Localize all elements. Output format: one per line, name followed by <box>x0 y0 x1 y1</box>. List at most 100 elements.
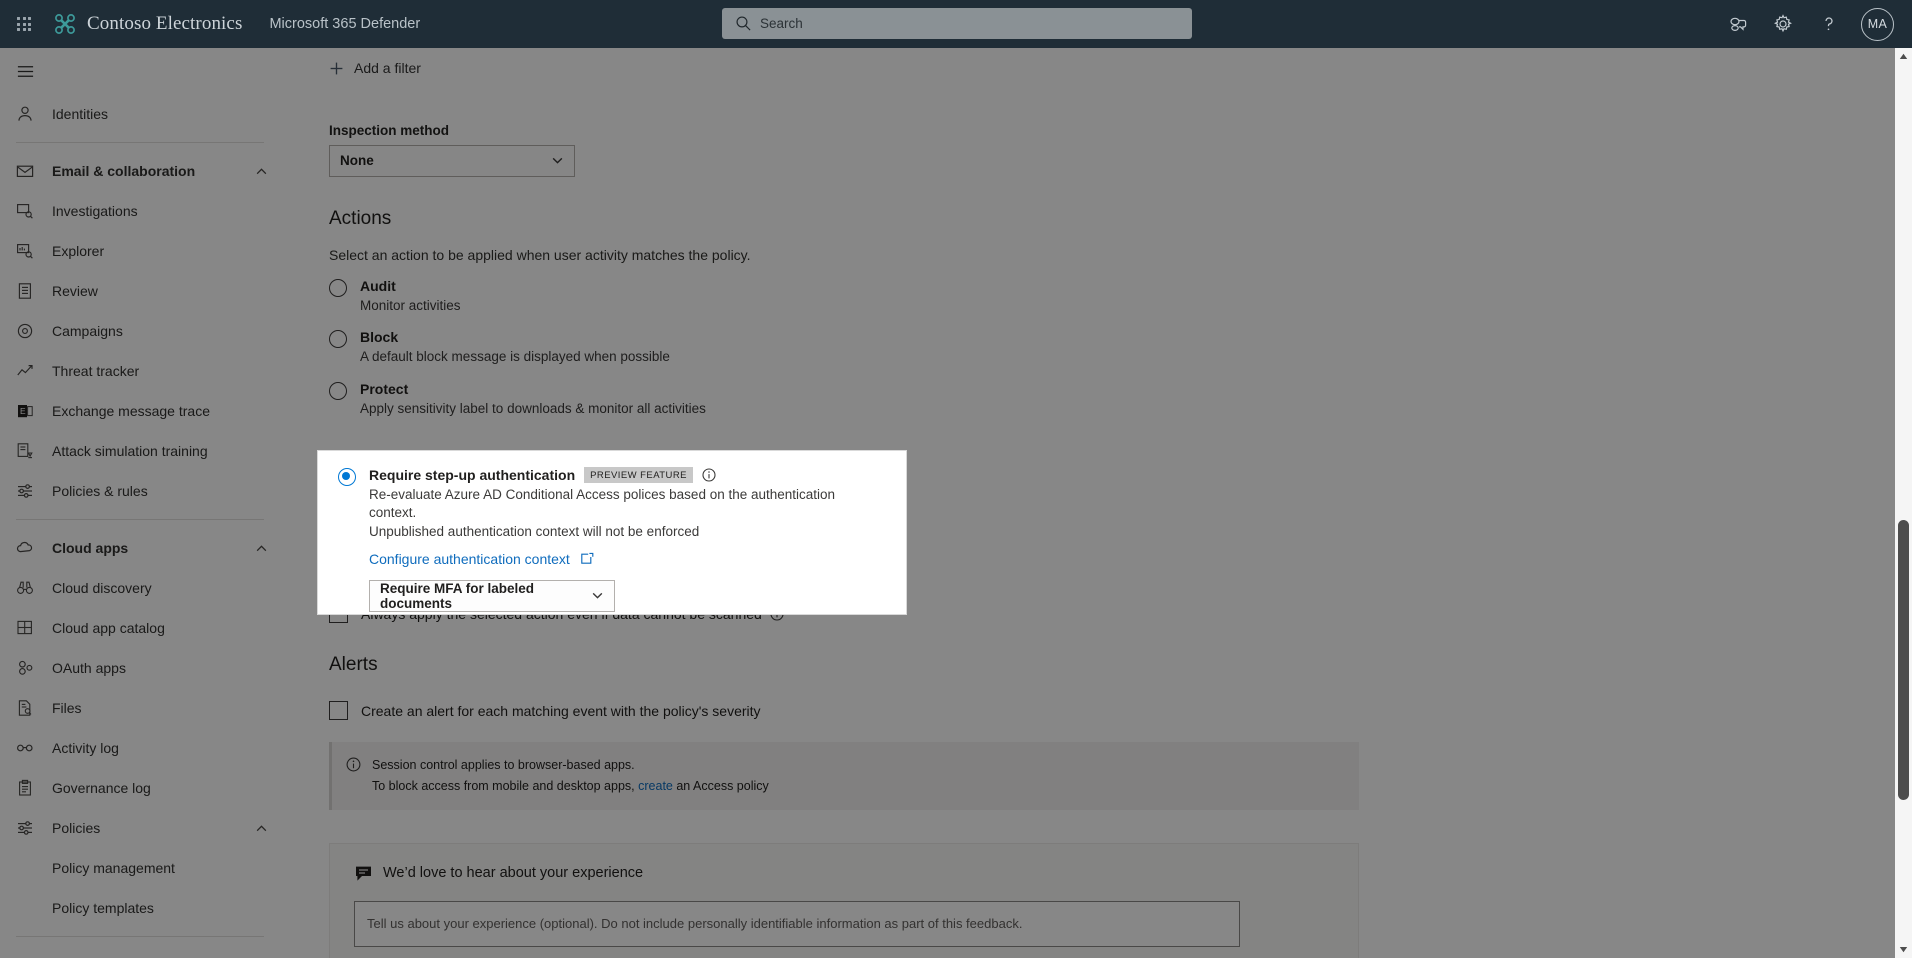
radio-protect[interactable] <box>329 382 347 401</box>
search-input[interactable] <box>722 8 1192 39</box>
authentication-context-dropdown[interactable]: Require MFA for labeled documents <box>369 579 615 612</box>
sidebar-separator <box>16 936 264 937</box>
gear-icon[interactable] <box>1761 2 1805 46</box>
sidebar-item-label: Attack simulation training <box>52 443 208 459</box>
sidebar-item-label: Explorer <box>52 243 105 259</box>
action-option-block[interactable]: Block A default block message is display… <box>329 329 1912 366</box>
sidebar-item-oauth-apps[interactable]: OAuth apps <box>0 648 282 688</box>
sidebar-item-label: Cloud apps <box>52 540 129 556</box>
sidebar-item-label: Files <box>52 700 82 716</box>
sidebar-item-label: Policies <box>52 820 101 836</box>
session-control-banner: Session control applies to browser-based… <box>329 742 1359 810</box>
step-up-auth-label: Require step-up authentication <box>369 467 576 483</box>
configure-auth-context-label: Configure authentication context <box>369 550 570 567</box>
org-name: Contoso Electronics <box>87 13 243 34</box>
feedback-input[interactable] <box>354 900 1240 947</box>
plus-icon <box>330 62 343 74</box>
header-actions: MA <box>1715 0 1894 48</box>
radio-block-sublabel: A default block message is displayed whe… <box>360 349 670 365</box>
sidebar-item-explorer[interactable]: Explorer <box>0 231 282 271</box>
sidebar-item-cloud-app-catalog[interactable]: Cloud app catalog <box>0 608 282 648</box>
create-access-policy-link[interactable]: create <box>638 776 673 796</box>
radio-block-label: Block <box>360 329 399 346</box>
sidebar-item-reports[interactable]: Reports <box>0 945 282 958</box>
action-option-step-up-auth[interactable]: Require step-up authentication PREVIEW F… <box>338 467 886 612</box>
explorer-icon <box>16 241 38 261</box>
chevron-down-icon <box>592 593 603 600</box>
binoculars-icon <box>16 578 38 598</box>
sidebar-item-exchange-message-trace[interactable]: E Exchange message trace <box>0 391 282 431</box>
sidebar-item-review[interactable]: Review <box>0 271 282 311</box>
sidebar-group-policies[interactable]: Policies <box>0 808 282 848</box>
sidebar-item-label: Policy templates <box>52 900 154 916</box>
add-filter-button[interactable]: Add a filter <box>329 60 421 76</box>
oauth-icon <box>16 658 38 678</box>
sidebar-group-email-collaboration[interactable]: Email & collaboration <box>0 151 282 191</box>
vertical-scrollbar[interactable] <box>1895 48 1912 958</box>
radio-audit-sublabel: Monitor activities <box>360 297 461 313</box>
create-alert-checkbox[interactable] <box>329 701 348 721</box>
campaigns-icon <box>16 321 38 341</box>
chevron-up-icon[interactable] <box>255 822 268 835</box>
actions-description: Select an action to be applied when user… <box>329 246 751 263</box>
sidebar-item-campaigns[interactable]: Campaigns <box>0 311 282 351</box>
sidebar-item-label: Identities <box>52 106 109 122</box>
sidebar-item-activity-log[interactable]: Activity log <box>0 728 282 768</box>
sidebar-item-governance-log[interactable]: Governance log <box>0 768 282 808</box>
chevron-up-icon[interactable] <box>255 165 268 178</box>
scroll-thumb[interactable] <box>1898 520 1909 800</box>
sidebar-item-threat-tracker[interactable]: Threat tracker <box>0 351 282 391</box>
sidebar-item-policies-rules[interactable]: Policies & rules <box>0 471 282 511</box>
radio-block[interactable] <box>329 330 347 349</box>
scroll-up-arrow[interactable] <box>1895 48 1912 65</box>
clipboard-icon <box>16 778 38 798</box>
authentication-context-value: Require MFA for labeled documents <box>380 580 535 611</box>
brand[interactable]: Contoso Electronics <box>52 11 242 37</box>
catalog-icon <box>16 618 38 638</box>
sidebar-item-policy-management[interactable]: Policy management <box>0 848 282 888</box>
sidebar-separator <box>16 142 264 143</box>
feedback-bubble-icon <box>356 866 371 881</box>
sidebar-item-label: Cloud app catalog <box>52 620 165 636</box>
avatar[interactable]: MA <box>1861 7 1894 41</box>
radio-audit[interactable] <box>329 278 347 297</box>
configure-authentication-context-link[interactable]: Configure authentication context <box>369 551 886 567</box>
action-option-protect[interactable]: Protect Apply sensitivity label to downl… <box>329 381 1912 418</box>
chevron-up-icon[interactable] <box>255 542 268 555</box>
sidebar-item-attack-simulation-training[interactable]: Attack simulation training <box>0 431 282 471</box>
radio-require-step-up-authentication[interactable] <box>338 468 356 486</box>
sidebar-item-label: Governance log <box>52 780 151 796</box>
sidebar-item-label: Email & collaboration <box>52 163 196 179</box>
info-icon[interactable] <box>702 468 716 482</box>
attack-sim-icon <box>16 441 38 461</box>
sidebar-item-label: Policy management <box>52 860 175 876</box>
sidebar: Identities Email & collaboration Investi… <box>0 48 282 958</box>
help-icon[interactable] <box>1807 2 1851 46</box>
create-alert-row[interactable]: Create an alert for each matching event … <box>329 701 1912 721</box>
session-banner-line2-prefix: To block access from mobile and desktop … <box>372 778 635 793</box>
svg-text:E: E <box>20 406 26 416</box>
suite-name: Microsoft 365 Defender <box>269 16 421 32</box>
sidebar-item-cloud-discovery[interactable]: Cloud discovery <box>0 568 282 608</box>
feedback-icon[interactable] <box>1715 2 1759 46</box>
sidebar-item-investigations[interactable]: Investigations <box>0 191 282 231</box>
sidebar-item-policy-templates[interactable]: Policy templates <box>0 888 282 928</box>
step-up-auth-description-2: Unpublished authentication context will … <box>369 523 700 539</box>
session-banner-line2-suffix: an Access policy <box>676 778 769 793</box>
sliders-icon <box>16 481 38 501</box>
inspection-method-label: Inspection method <box>329 122 450 138</box>
cloud-icon <box>16 538 38 558</box>
sidebar-item-files[interactable]: Files <box>0 688 282 728</box>
sidebar-item-label: Campaigns <box>52 323 123 339</box>
actions-section-title: Actions <box>329 207 392 229</box>
chart-line-icon <box>16 361 38 381</box>
action-option-audit[interactable]: Audit Monitor activities <box>329 278 1912 315</box>
inspection-method-dropdown[interactable]: None <box>329 144 575 177</box>
contoso-logo-icon <box>55 14 75 34</box>
hamburger-icon[interactable] <box>0 48 282 94</box>
sidebar-item-identities[interactable]: Identities <box>0 94 282 134</box>
sidebar-group-cloud-apps[interactable]: Cloud apps <box>0 528 282 568</box>
scroll-down-arrow[interactable] <box>1895 941 1912 958</box>
waffle-icon[interactable] <box>0 0 48 48</box>
sidebar-item-label: Threat tracker <box>52 363 140 379</box>
